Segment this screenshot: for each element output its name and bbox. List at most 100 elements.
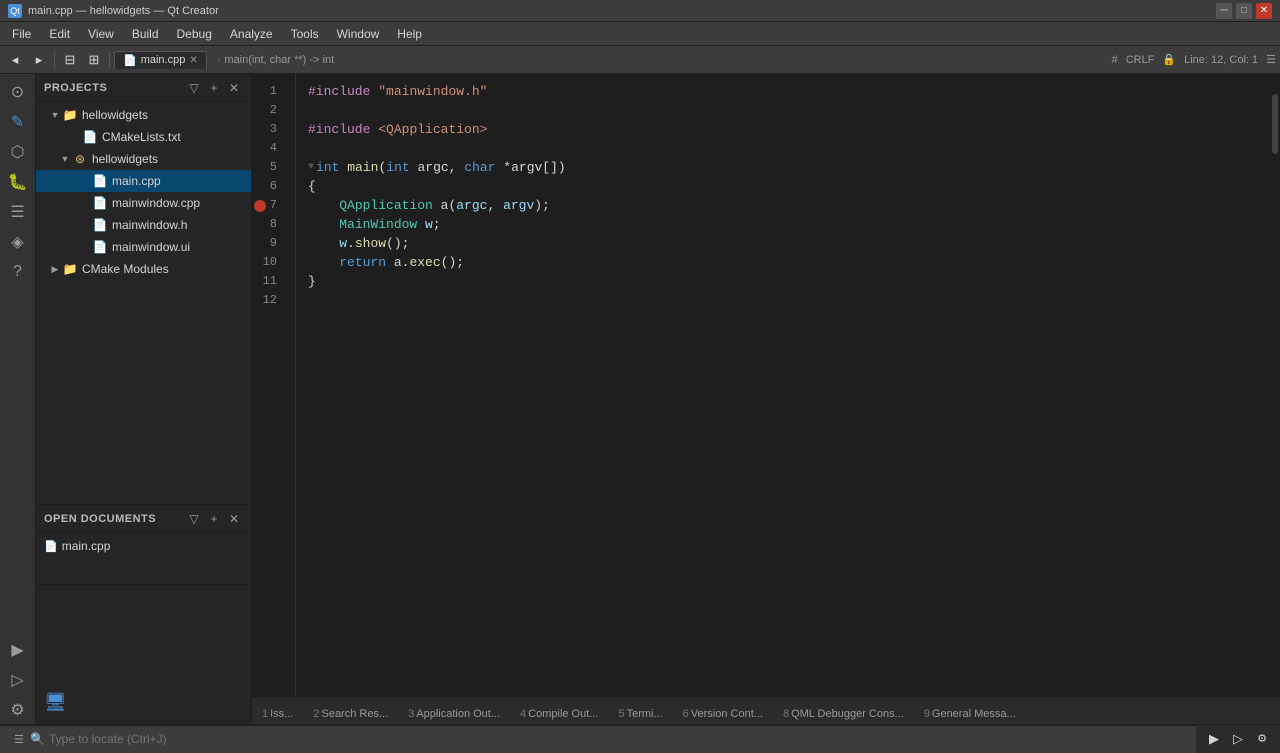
bottom-left-spacer: 🖥 xyxy=(36,584,251,724)
panel-toggle[interactable]: ☰ xyxy=(1266,53,1276,66)
sidebar-icon-projects[interactable]: ☰ xyxy=(4,198,32,226)
tree-item-label: hellowidgets xyxy=(82,108,148,122)
panel-add-btn[interactable]: + xyxy=(205,79,223,97)
line-num-1: 1 xyxy=(252,82,285,101)
position-info[interactable]: Line: 12, Col: 1 xyxy=(1184,54,1258,66)
bottom-tab-qml-debug[interactable]: 8QML Debugger Cons... xyxy=(773,703,914,724)
menu-help[interactable]: Help xyxy=(389,25,430,43)
breadcrumb-area: › main(int, char **) -> int xyxy=(217,54,1110,66)
sidebar-icon-help[interactable]: ? xyxy=(4,258,32,286)
locate-settings-btn[interactable]: ☰ xyxy=(8,728,30,750)
h-file-icon: 📄 xyxy=(92,218,108,232)
bottom-tab-general[interactable]: 9General Messa... xyxy=(914,703,1026,724)
editor-scrollbar[interactable] xyxy=(1268,74,1280,696)
open-docs-content: 📄 main.cpp xyxy=(36,533,251,584)
doc-icon: 📄 xyxy=(44,540,58,553)
bottom-tab-search[interactable]: 2Search Res... xyxy=(303,703,398,724)
breadcrumb-function[interactable]: main(int, char **) -> int xyxy=(224,54,334,66)
sidebar-icon-analyze[interactable]: ◈ xyxy=(4,228,32,256)
bottom-tabs: 1Iss... 2Search Res... 3Application Out.… xyxy=(252,696,1280,724)
tree-item-mainwindow-h[interactable]: 📄 mainwindow.h xyxy=(36,214,251,236)
maximize-button[interactable]: □ xyxy=(1236,3,1252,19)
code-line-5: ▼int main(int argc, char *argv[]) xyxy=(308,158,1268,177)
code-content[interactable]: #include "mainwindow.h" #include <QAppli… xyxy=(296,74,1268,696)
sidebar-icon-design[interactable]: ⬡ xyxy=(4,138,32,166)
title-bar-controls[interactable]: ─ □ ✕ xyxy=(1216,3,1272,19)
menu-tools[interactable]: Tools xyxy=(283,25,327,43)
bottom-tab-vcs[interactable]: 6Version Cont... xyxy=(673,703,773,724)
forward-button[interactable]: ▸ xyxy=(28,49,50,71)
run-button[interactable]: ▶ xyxy=(1204,729,1224,749)
search-icon: 🔍 xyxy=(30,732,45,746)
line-num-12: 12 xyxy=(252,291,285,310)
sidebar-icon-debug[interactable]: 🐛 xyxy=(4,168,32,196)
tree-item-label: CMakeLists.txt xyxy=(102,130,181,144)
menu-analyze[interactable]: Analyze xyxy=(222,25,281,43)
tree-item-label: hellowidgets xyxy=(92,152,158,166)
open-docs-actions: ▽ + ✕ xyxy=(185,510,243,528)
close-tab-button[interactable]: ✕ xyxy=(189,55,197,66)
file-tree: ▼ 📁 hellowidgets 📄 CMakeLists.txt ▼ ⊛ he… xyxy=(36,102,251,504)
line-num-2: 2 xyxy=(252,101,285,120)
tree-item-cmakelists[interactable]: 📄 CMakeLists.txt xyxy=(36,126,251,148)
settings-bottom-btn[interactable]: ⚙ xyxy=(1252,729,1272,749)
tree-item-label: mainwindow.cpp xyxy=(112,196,200,210)
code-line-4 xyxy=(308,139,1268,158)
menu-debug[interactable]: Debug xyxy=(169,25,220,43)
menu-file[interactable]: File xyxy=(4,25,39,43)
sidebar-icon-build[interactable]: ▶ xyxy=(4,636,32,664)
line-num-11: 11 xyxy=(252,272,285,291)
open-docs-filter-btn[interactable]: ▽ xyxy=(185,510,203,528)
panel-actions: ▽ + ✕ xyxy=(185,79,243,97)
minimize-button[interactable]: ─ xyxy=(1216,3,1232,19)
editor-tab-main-cpp[interactable]: 📄 main.cpp ✕ xyxy=(114,51,207,69)
open-docs-add-btn[interactable]: + xyxy=(205,510,223,528)
new-window-button[interactable]: ⊞ xyxy=(83,49,105,71)
split-button[interactable]: ⊟ xyxy=(59,49,81,71)
title-bar: Qt main.cpp — hellowidgets — Qt Creator … xyxy=(0,0,1280,22)
panel-filter-btn[interactable]: ▽ xyxy=(185,79,203,97)
cpp-file-icon: 📄 xyxy=(92,174,108,188)
ui-file-icon: 📄 xyxy=(92,240,108,254)
folder-icon: 📁 xyxy=(62,108,78,122)
open-docs-close-btn[interactable]: ✕ xyxy=(225,510,243,528)
open-doc-main-cpp[interactable]: 📄 main.cpp xyxy=(36,535,251,557)
code-line-8: MainWindow w; xyxy=(308,215,1268,234)
line-ending-info[interactable]: CRLF xyxy=(1126,54,1155,66)
tree-item-main-cpp[interactable]: 📄 main.cpp xyxy=(36,170,251,192)
menu-view[interactable]: View xyxy=(80,25,122,43)
main-layout: ⊙ ✎ ⬡ 🐛 ☰ ◈ ? ▶ ▷ ⚙ Projects ▽ + ✕ ▼ 📁 h… xyxy=(0,74,1280,724)
bottom-tab-appout[interactable]: 3Application Out... xyxy=(398,703,510,724)
expand-arrow: ▶ xyxy=(48,264,62,275)
menu-window[interactable]: Window xyxy=(329,25,388,43)
bottom-tab-terminal[interactable]: 5Termi... xyxy=(608,703,672,724)
panel-close-btn[interactable]: ✕ xyxy=(225,79,243,97)
menu-edit[interactable]: Edit xyxy=(41,25,78,43)
bottom-tab-compile[interactable]: 4Compile Out... xyxy=(510,703,608,724)
scrollbar-thumb[interactable] xyxy=(1272,94,1278,154)
bottom-tab-issues[interactable]: 1Iss... xyxy=(252,703,303,724)
editor-area: 1 2 3 4 5 6 7 8 9 10 11 12 #include "mai… xyxy=(252,74,1280,724)
code-line-10: return a.exec(); xyxy=(308,253,1268,272)
tree-item-hellowidgets-root[interactable]: ▼ 📁 hellowidgets xyxy=(36,104,251,126)
sidebar-icon-kit[interactable]: ⚙ xyxy=(4,696,32,724)
tree-item-cmake-modules[interactable]: ▶ 📁 CMake Modules xyxy=(36,258,251,280)
back-button[interactable]: ◂ xyxy=(4,49,26,71)
close-button[interactable]: ✕ xyxy=(1256,3,1272,19)
title-bar-left: Qt main.cpp — hellowidgets — Qt Creator xyxy=(8,4,219,18)
bottom-bar: ☰ 🔍 ▶ ▷ ⚙ xyxy=(0,724,1280,752)
sidebar-icon-welcome[interactable]: ⊙ xyxy=(4,78,32,106)
menu-build[interactable]: Build xyxy=(124,25,167,43)
debug-button[interactable]: ▷ xyxy=(1228,729,1248,749)
tree-item-mainwindow-ui[interactable]: 📄 mainwindow.ui xyxy=(36,236,251,258)
sidebar-icon-debug-run[interactable]: ▷ xyxy=(4,666,32,694)
code-line-9: w.show(); xyxy=(308,234,1268,253)
locate-input[interactable] xyxy=(49,732,1188,746)
tree-item-label: CMake Modules xyxy=(82,262,169,276)
sidebar-icon-edit[interactable]: ✎ xyxy=(4,108,32,136)
tree-item-mainwindow-cpp[interactable]: 📄 mainwindow.cpp xyxy=(36,192,251,214)
window-title: main.cpp — hellowidgets — Qt Creator xyxy=(28,5,219,17)
monitor-icon: 🖥 xyxy=(44,692,67,713)
tree-item-hellowidgets-folder[interactable]: ▼ ⊛ hellowidgets xyxy=(36,148,251,170)
encoding-info: # xyxy=(1112,54,1118,66)
